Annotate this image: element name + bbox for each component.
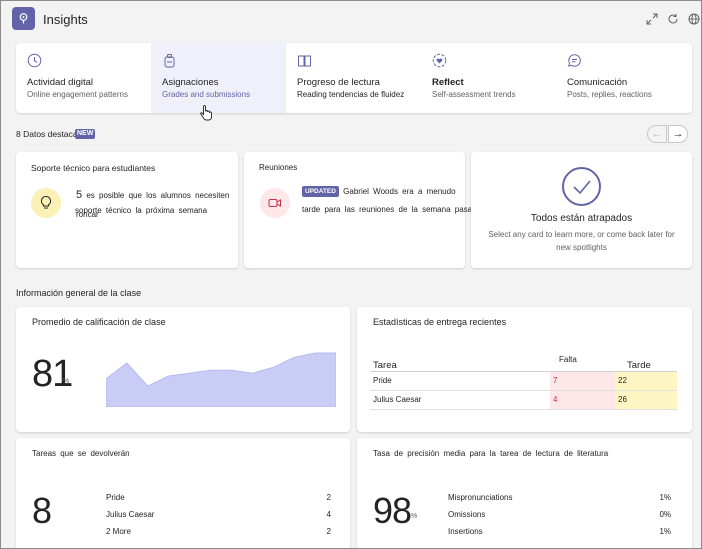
- spotlight-text-a: es posible que los alumnos necesiten: [86, 191, 230, 200]
- class-overview-title: Información general de la clase: [16, 288, 142, 298]
- card-title: Tareas que se devolverán: [32, 449, 130, 458]
- assignment-icon: [162, 53, 178, 69]
- grade-trend-area: [106, 352, 336, 407]
- meetings-text-b: tarde para las reuniones de la semana pa…: [302, 205, 481, 214]
- item-value: 1%: [659, 493, 671, 502]
- meetings-text-a: Gabriel Woods era a menudo: [343, 187, 456, 196]
- meetings-text: UPDATED Gabriel Woods era a menudo: [302, 185, 464, 199]
- spotlight-card-meetings[interactable]: Reuniones UPDATED Gabriel Woods era a me…: [244, 152, 481, 268]
- class-grade-card[interactable]: Promedio de calificación de clase 81 %: [16, 307, 350, 432]
- tab-subtitle: Online engagement patterns: [27, 90, 128, 99]
- globe-icon[interactable]: [686, 11, 701, 27]
- table-row[interactable]: Pride 7 22: [370, 371, 677, 391]
- hand-cursor-icon: [200, 105, 212, 126]
- expand-icon[interactable]: [644, 11, 660, 27]
- updated-badge: UPDATED: [302, 186, 339, 198]
- lightbulb-icon: [31, 188, 61, 218]
- item-count: 2: [326, 527, 331, 536]
- grade-average-value: 81: [32, 353, 73, 395]
- chat-icon: [567, 53, 583, 69]
- late-count: 22: [615, 371, 677, 391]
- to-return-list: Pride 2 Julius Caesar 4 2 More 2: [106, 489, 331, 540]
- task-name: Julius Caesar: [370, 390, 550, 410]
- book-icon: [297, 53, 313, 69]
- item-name: Mispronunciations: [448, 493, 513, 502]
- list-item[interactable]: Omissions 0%: [448, 506, 671, 523]
- tab-assignments[interactable]: Asignaciones Grades and submissions: [151, 43, 286, 113]
- checkmark-icon: [562, 167, 601, 206]
- card-title: Soporte técnico para estudiantes: [31, 163, 156, 173]
- new-badge: NEW: [75, 129, 96, 139]
- spotlight-text-c: soporte técnico la próxima semana: [75, 206, 208, 215]
- column-missing: Falta: [550, 353, 615, 372]
- item-name: 2 More: [106, 527, 131, 536]
- column-late: Tarde: [615, 353, 677, 372]
- submission-stats-card[interactable]: Estadísticas de entrega recientes Tarea …: [357, 307, 692, 432]
- spotlight-card-caught-up: Todos están atrapados Select any card to…: [471, 152, 692, 268]
- insights-tabs: Actividad digital Online engagement patt…: [16, 43, 692, 113]
- to-return-value: 8: [32, 490, 53, 531]
- missing-count: 4: [550, 390, 615, 410]
- insights-window: Insights Actividad digital Online engage…: [0, 0, 702, 549]
- caught-up-subtitle: Select any card to learn more, or come b…: [488, 230, 675, 252]
- item-name: Insertions: [448, 527, 483, 536]
- missing-count: 7: [550, 371, 615, 391]
- tab-digital-activity[interactable]: Actividad digital Online engagement patt…: [16, 43, 151, 113]
- refresh-icon[interactable]: [665, 11, 681, 27]
- percent-unit: %: [411, 513, 418, 520]
- column-task: Tarea: [370, 353, 550, 372]
- percent-unit: %: [63, 378, 70, 385]
- tab-label: Actividad digital: [27, 77, 94, 88]
- tab-reading-progress[interactable]: Progreso de lectura Reading tendencias d…: [286, 43, 421, 113]
- spotlight-card-tech-support[interactable]: Soporte técnico para estudiantes 5 es po…: [16, 152, 238, 268]
- arrow-left-icon: ←: [651, 128, 663, 140]
- submission-table: Tarea Falta Tarde Pride 7 22 Julius Caes…: [370, 353, 677, 410]
- tab-label: Progreso de lectura: [297, 77, 380, 88]
- item-name: Omissions: [448, 510, 486, 519]
- caught-up-title: Todos están atrapados: [530, 213, 633, 224]
- list-item[interactable]: Pride 2: [106, 489, 331, 506]
- item-value: 0%: [659, 510, 671, 519]
- previous-button[interactable]: ←: [647, 125, 667, 143]
- list-item[interactable]: Insertions 1%: [448, 523, 671, 540]
- list-item[interactable]: Mispronunciations 1%: [448, 489, 671, 506]
- next-button[interactable]: →: [668, 125, 688, 143]
- app-header: Insights: [1, 1, 701, 37]
- video-camera-icon: [260, 188, 290, 218]
- grade-trend-chart: [106, 352, 336, 407]
- list-item[interactable]: 2 More 2: [106, 523, 331, 540]
- late-count: 26: [615, 390, 677, 410]
- tab-communication[interactable]: Comunicación Posts, replies, reactions: [556, 43, 692, 113]
- card-title: Tasa de precisión media para la tarea de…: [373, 449, 609, 458]
- tab-subtitle: Posts, replies, reactions: [567, 90, 652, 99]
- card-title: Promedio de calificación de clase: [32, 317, 166, 327]
- table-row[interactable]: Julius Caesar 4 26: [370, 390, 677, 410]
- arrow-right-icon: →: [672, 128, 684, 140]
- list-item[interactable]: Julius Caesar 4: [106, 506, 331, 523]
- item-name: Julius Caesar: [106, 510, 155, 519]
- tab-label: Comunicación: [567, 77, 628, 88]
- tab-reflect[interactable]: Reflect Self-assessment trends: [421, 43, 556, 113]
- task-name: Pride: [370, 371, 550, 391]
- item-name: Pride: [106, 493, 125, 502]
- accuracy-list: Mispronunciations 1% Omissions 0% Insertio…: [448, 489, 671, 540]
- insights-logo-icon: [12, 7, 35, 30]
- heart-icon: [432, 53, 448, 69]
- tab-label: Reflect: [432, 77, 464, 88]
- app-title: Insights: [43, 12, 88, 27]
- assignments-to-return-card[interactable]: Tareas que se devolverán 8 Pride 2 Julius…: [16, 438, 350, 548]
- accuracy-value: 98: [373, 490, 412, 531]
- card-title: Estadísticas de entrega recientes: [373, 317, 507, 327]
- spotlight-number: 5: [76, 189, 83, 201]
- reading-accuracy-card[interactable]: Tasa de precisión media para la tarea de…: [357, 438, 692, 548]
- tab-subtitle: Self-assessment trends: [432, 90, 516, 99]
- tab-subtitle: Grades and submissions: [162, 90, 251, 99]
- item-value: 1%: [659, 527, 671, 536]
- tab-label: Asignaciones: [162, 77, 219, 88]
- tab-subtitle: Reading tendencias de fluidez: [297, 90, 405, 99]
- card-title: Reuniones: [259, 163, 298, 172]
- item-count: 2: [326, 493, 331, 502]
- clock-icon: [27, 53, 43, 69]
- item-count: 4: [326, 510, 331, 519]
